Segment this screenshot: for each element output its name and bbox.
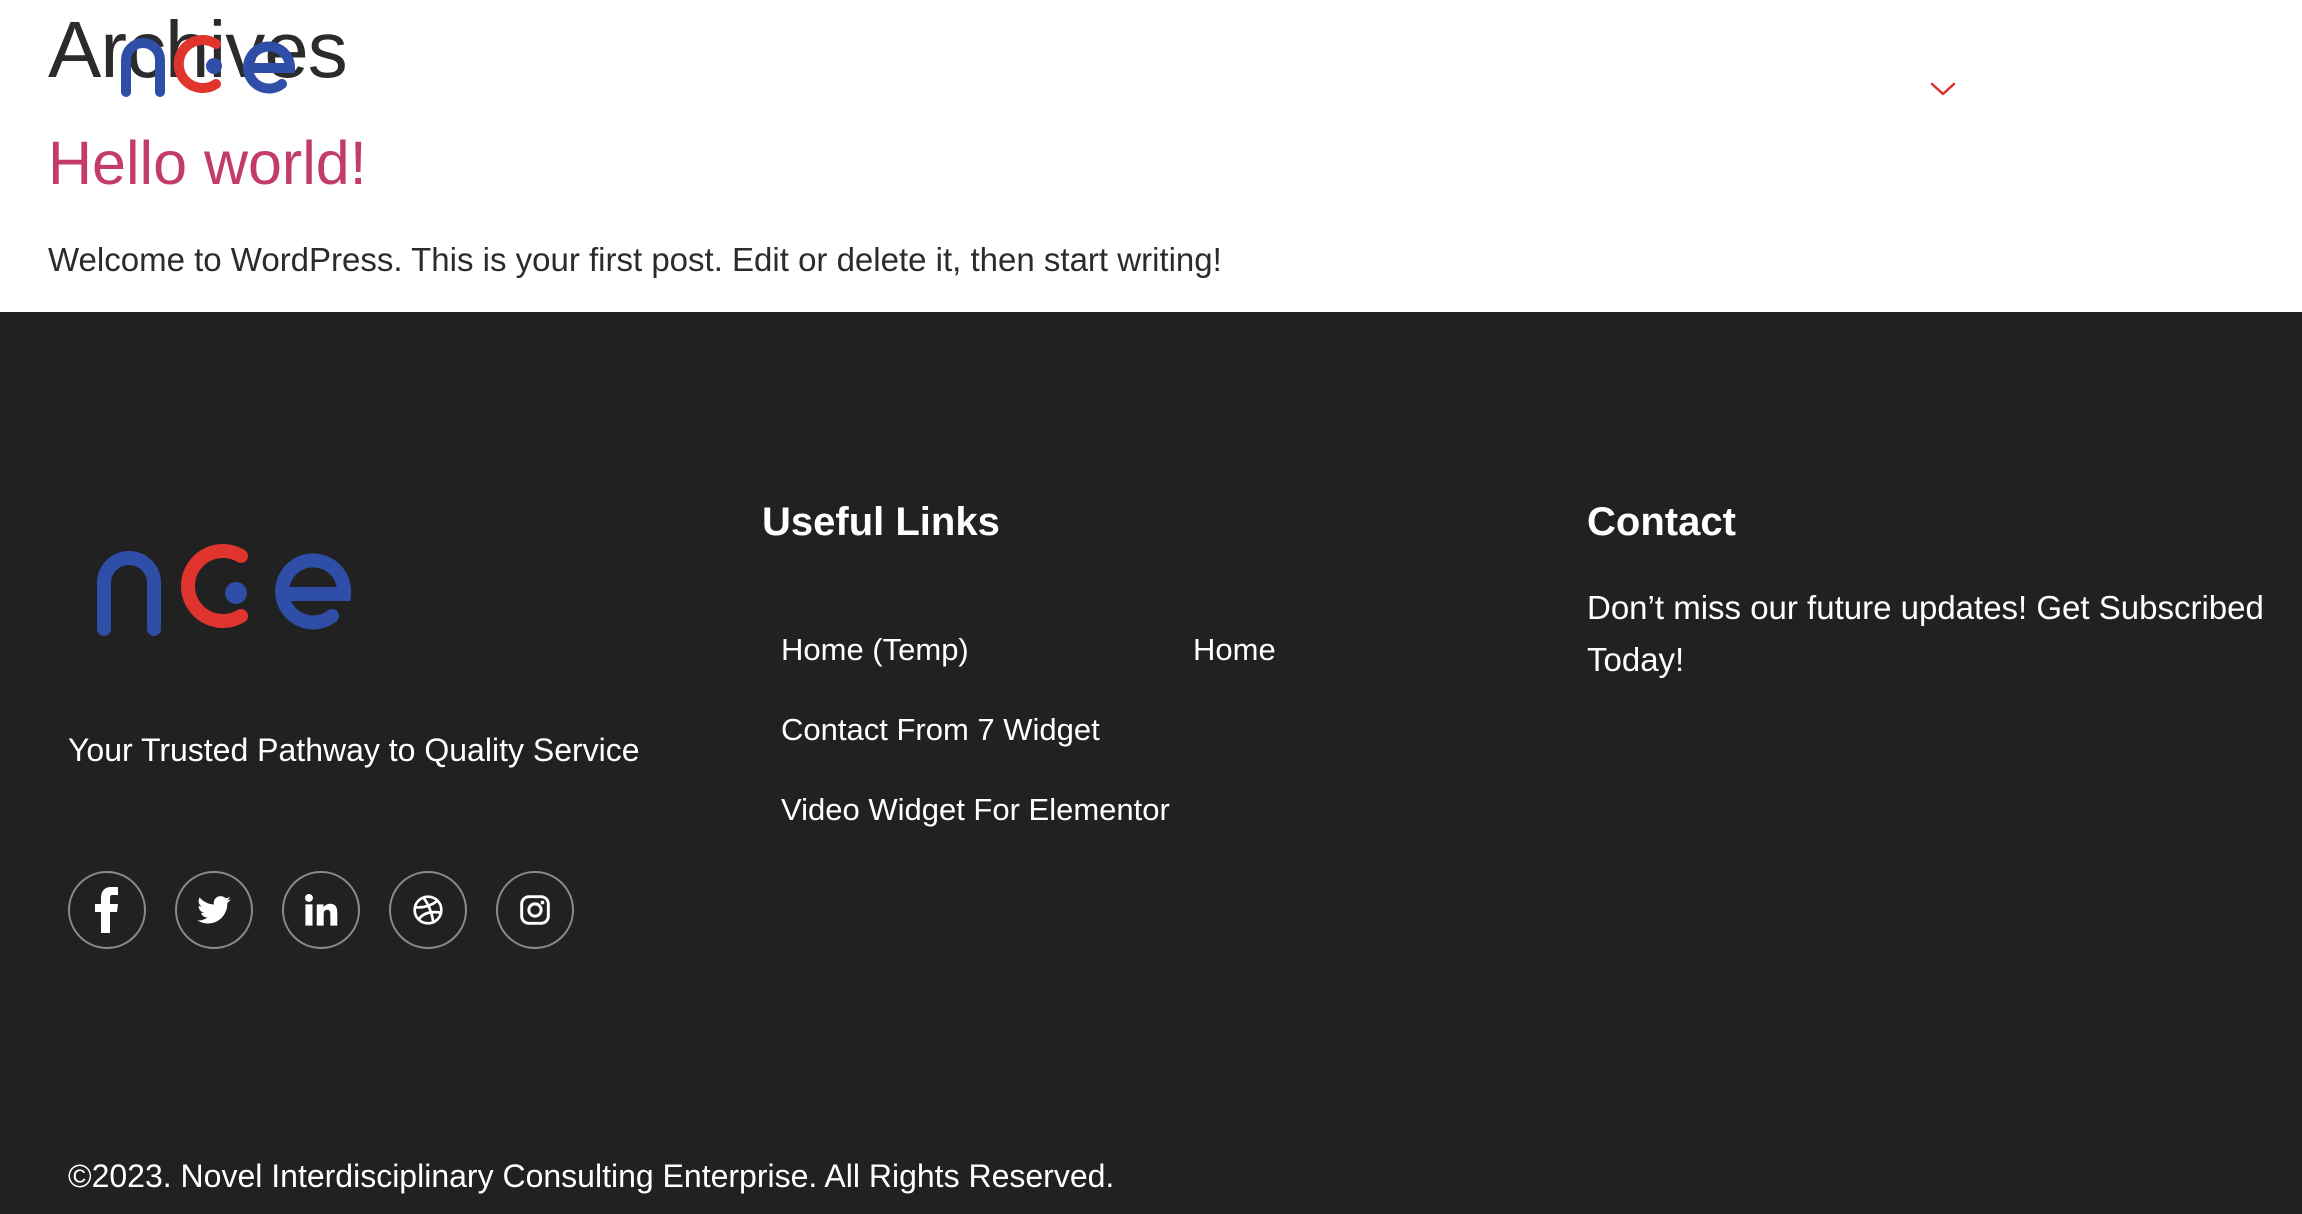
footer-link-video-widget[interactable]: Video Widget For Elementor bbox=[781, 792, 1170, 828]
linkedin-link[interactable] bbox=[282, 871, 360, 949]
chevron-down-icon[interactable] bbox=[1928, 74, 1958, 104]
page: Archives Hello world! Welcome to WordPre… bbox=[0, 0, 2302, 1214]
footer-link-home-temp[interactable]: Home (Temp) bbox=[781, 632, 969, 668]
dribbble-link[interactable] bbox=[389, 871, 467, 949]
twitter-link[interactable] bbox=[175, 871, 253, 949]
contact-text: Don’t miss our future updates! Get Subsc… bbox=[1587, 589, 2264, 678]
dribbble-icon bbox=[413, 895, 443, 925]
linkedin-icon bbox=[304, 893, 338, 926]
post-title-link[interactable]: Hello world! bbox=[48, 128, 367, 198]
content-area: Archives Hello world! Welcome to WordPre… bbox=[0, 0, 2302, 312]
twitter-icon bbox=[197, 896, 231, 924]
instagram-link[interactable] bbox=[496, 871, 574, 949]
facebook-link[interactable] bbox=[68, 871, 146, 949]
footer-link-home[interactable]: Home bbox=[1193, 632, 1276, 668]
site-footer: Your Trusted Pathway to Quality Service bbox=[0, 312, 2302, 1214]
facebook-icon bbox=[95, 887, 118, 933]
footer-nice-logo[interactable] bbox=[94, 530, 384, 640]
useful-links-heading: Useful Links bbox=[762, 500, 1000, 544]
post-excerpt: Welcome to WordPress. This is your first… bbox=[48, 241, 1222, 278]
contact-heading: Contact bbox=[1587, 500, 1736, 544]
instagram-icon bbox=[520, 895, 550, 925]
social-links bbox=[68, 871, 574, 949]
nice-logo[interactable] bbox=[118, 22, 318, 102]
footer-tagline: Your Trusted Pathway to Quality Service bbox=[68, 732, 640, 768]
footer-link-contact-form-7[interactable]: Contact From 7 Widget bbox=[781, 712, 1100, 748]
copyright-text: ©2023. Novel Interdisciplinary Consultin… bbox=[68, 1158, 1115, 1194]
